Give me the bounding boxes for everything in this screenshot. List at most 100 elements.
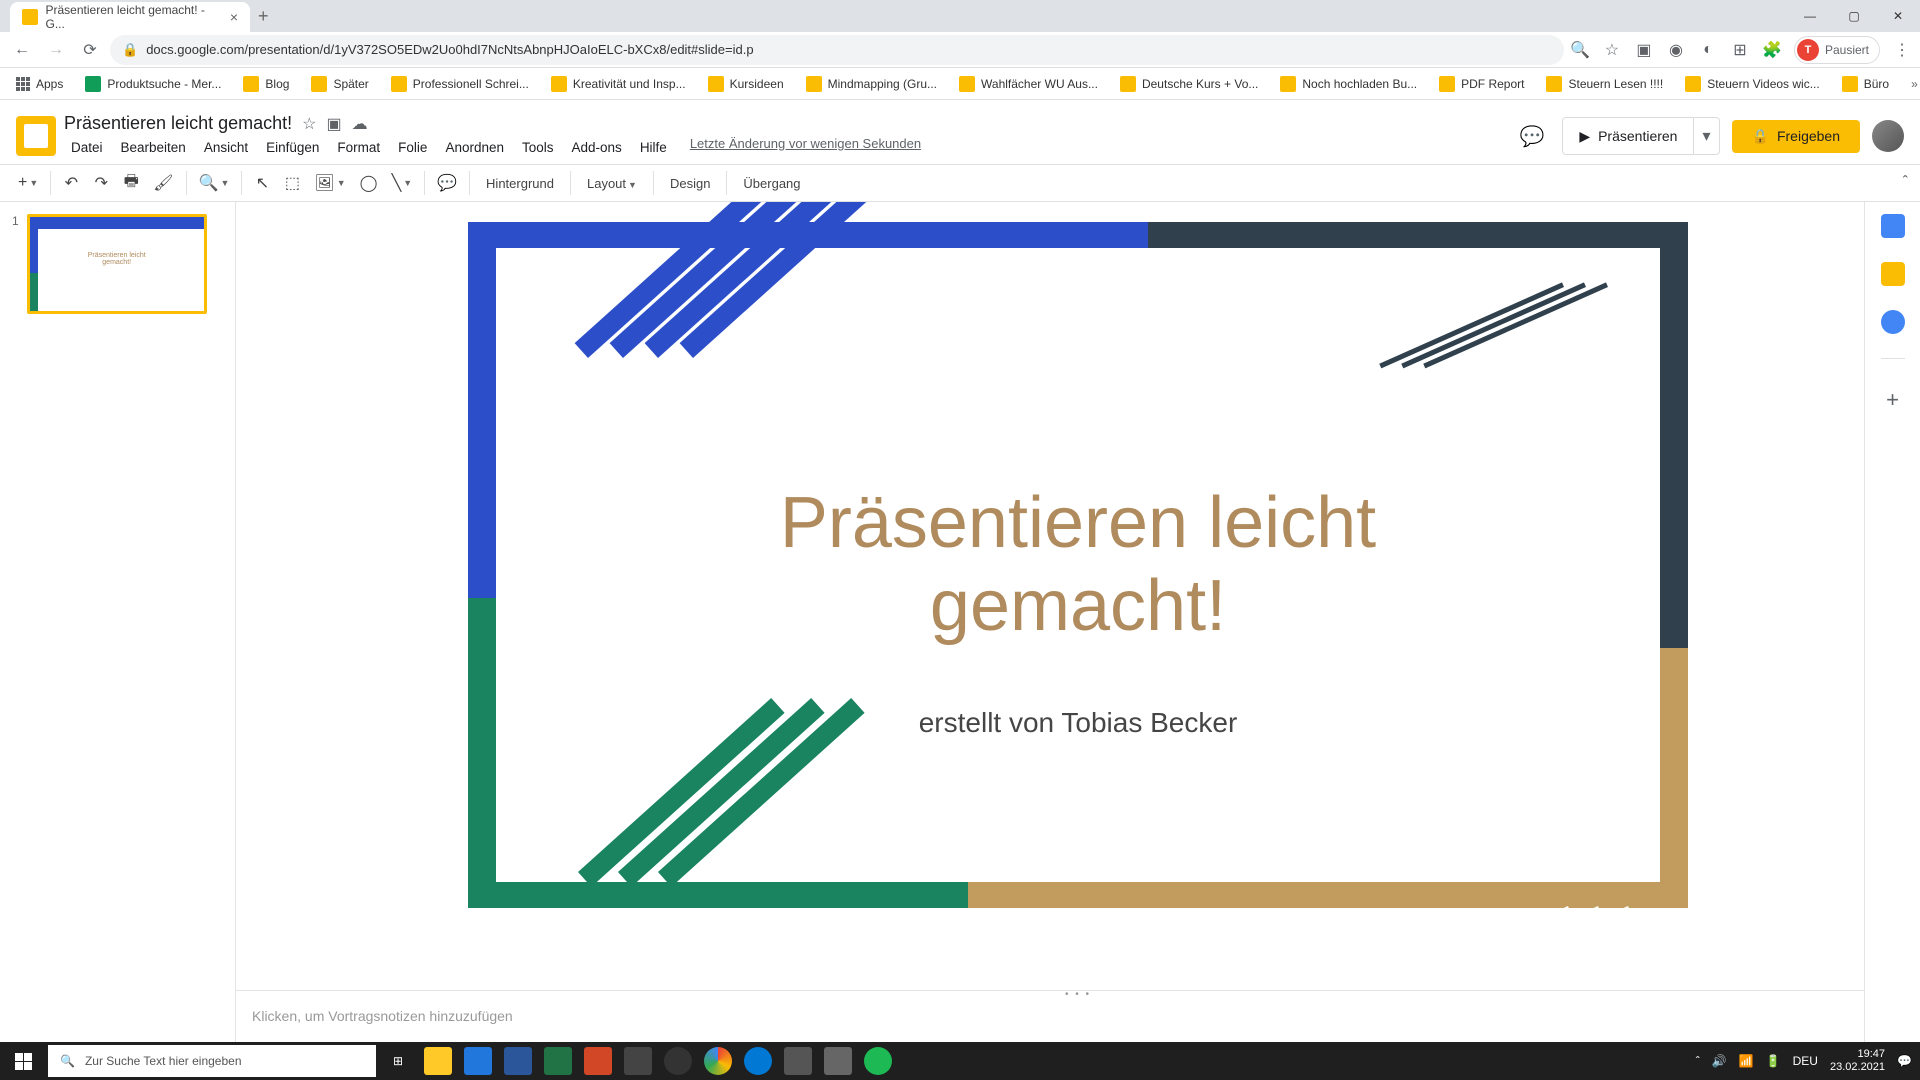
bookmark-item[interactable]: Mindmapping (Gru... xyxy=(798,72,945,96)
menu-format[interactable]: Format xyxy=(330,136,387,159)
start-button[interactable] xyxy=(0,1042,46,1080)
zoom-button[interactable]: 🔍▼ xyxy=(193,169,236,197)
shape-tool[interactable]: ◯ xyxy=(354,169,384,197)
bookmark-item[interactable]: Blog xyxy=(235,72,297,96)
new-slide-button[interactable]: +▼ xyxy=(12,169,44,197)
add-addon-icon[interactable]: + xyxy=(1886,387,1899,413)
notes-resize-handle[interactable]: • • • xyxy=(236,990,1920,998)
transition-button[interactable]: Übergang xyxy=(733,176,810,191)
bookmark-item[interactable]: Büro xyxy=(1834,72,1897,96)
speaker-notes[interactable]: Klicken, um Vortragsnotizen hinzuzufügen xyxy=(236,998,1920,1042)
share-button[interactable]: 🔒 Freigeben xyxy=(1732,120,1860,153)
close-window-button[interactable]: ✕ xyxy=(1876,0,1920,32)
present-dropdown[interactable]: ▾ xyxy=(1694,117,1719,155)
bookmark-item[interactable]: PDF Report xyxy=(1431,72,1532,96)
menu-file[interactable]: Datei xyxy=(64,136,110,159)
minimize-button[interactable]: — xyxy=(1788,0,1832,32)
browser-tab[interactable]: Präsentieren leicht gemacht! - G... × xyxy=(10,2,250,32)
comments-icon[interactable]: 💬 xyxy=(1514,118,1550,154)
line-tool[interactable]: ╲▼ xyxy=(386,169,419,197)
word-icon[interactable] xyxy=(498,1042,538,1080)
reload-button[interactable]: ⟳ xyxy=(76,36,104,64)
keep-icon[interactable] xyxy=(1881,262,1905,286)
menu-tools[interactable]: Tools xyxy=(515,136,561,159)
file-explorer-icon[interactable] xyxy=(418,1042,458,1080)
print-button[interactable]: 🖶 xyxy=(117,169,145,197)
menu-edit[interactable]: Bearbeiten xyxy=(114,136,193,159)
excel-icon[interactable] xyxy=(538,1042,578,1080)
menu-addons[interactable]: Add-ons xyxy=(565,136,629,159)
profile-pause-badge[interactable]: T Pausiert xyxy=(1794,36,1880,64)
bookmark-item[interactable]: Wahlfächer WU Aus... xyxy=(951,72,1106,96)
select-tool[interactable]: ↖ xyxy=(248,169,276,197)
bookmark-item[interactable]: Steuern Videos wic... xyxy=(1677,72,1828,96)
redo-button[interactable]: ↷ xyxy=(87,169,115,197)
menu-arrange[interactable]: Anordnen xyxy=(438,136,511,159)
slide-title-text[interactable]: Präsentieren leichtgemacht! xyxy=(780,482,1376,648)
url-input[interactable]: 🔒 docs.google.com/presentation/d/1yV372S… xyxy=(110,35,1564,65)
slide-canvas[interactable]: Präsentieren leichtgemacht! erstellt von… xyxy=(468,222,1688,908)
menu-slide[interactable]: Folie xyxy=(391,136,434,159)
bookmark-item[interactable]: Kreativität und Insp... xyxy=(543,72,694,96)
tray-chevron-icon[interactable]: ˆ xyxy=(1696,1054,1700,1068)
reader-icon[interactable]: ▣ xyxy=(1634,40,1654,60)
adblock-icon[interactable]: ◉ xyxy=(1666,40,1686,60)
bookmarks-overflow-icon[interactable]: » xyxy=(1903,77,1920,91)
image-tool[interactable]: 🖼▼ xyxy=(308,169,351,197)
edge-icon[interactable] xyxy=(738,1042,778,1080)
apps-bookmark[interactable]: Apps xyxy=(8,73,71,95)
move-folder-icon[interactable]: ▣ xyxy=(326,114,341,134)
taskbar-clock[interactable]: 19:47 23.02.2021 xyxy=(1830,1048,1885,1074)
notifications-icon[interactable]: 💬 xyxy=(1897,1054,1912,1068)
collapse-toolbar-icon[interactable]: ˆ xyxy=(1903,174,1908,192)
tab-close-icon[interactable]: × xyxy=(230,9,238,25)
extensions-puzzle-icon[interactable]: 🧩 xyxy=(1762,40,1782,60)
textbox-tool[interactable]: ⬚ xyxy=(278,169,306,197)
paint-format-button[interactable]: 🖌 xyxy=(147,169,179,197)
favorite-icon[interactable]: ☆ xyxy=(1602,40,1622,60)
menu-view[interactable]: Ansicht xyxy=(197,136,255,159)
slides-logo-icon[interactable] xyxy=(16,116,56,156)
cloud-status-icon[interactable]: ☁ xyxy=(352,114,368,134)
present-button[interactable]: ▶ Präsentieren xyxy=(1562,117,1694,155)
chrome-menu-icon[interactable]: ⋮ xyxy=(1892,40,1912,60)
forward-button[interactable]: → xyxy=(42,36,70,64)
account-avatar[interactable] xyxy=(1872,120,1904,152)
menu-help[interactable]: Hilfe xyxy=(633,136,674,159)
calendar-icon[interactable] xyxy=(1881,214,1905,238)
app-icon[interactable] xyxy=(618,1042,658,1080)
network-icon[interactable]: 📶 xyxy=(1739,1054,1754,1068)
keyboard-lang[interactable]: DEU xyxy=(1793,1054,1818,1068)
document-title[interactable]: Präsentieren leicht gemacht! xyxy=(64,113,292,134)
extension-grid-icon[interactable]: ⊞ xyxy=(1730,40,1750,60)
undo-button[interactable]: ↶ xyxy=(57,169,85,197)
design-button[interactable]: Design xyxy=(660,176,720,191)
back-button[interactable]: ← xyxy=(8,36,36,64)
mail-icon[interactable] xyxy=(458,1042,498,1080)
last-edit-link[interactable]: Letzte Änderung vor wenigen Sekunden xyxy=(690,136,921,159)
obs-icon[interactable] xyxy=(658,1042,698,1080)
new-tab-button[interactable]: + xyxy=(258,6,269,27)
zoom-icon[interactable]: 🔍 xyxy=(1570,40,1590,60)
extension-icon[interactable]: ◐ xyxy=(1698,40,1718,60)
task-view-icon[interactable]: ⊞ xyxy=(378,1042,418,1080)
background-button[interactable]: Hintergrund xyxy=(476,176,564,191)
tasks-icon[interactable] xyxy=(1881,310,1905,334)
battery-icon[interactable]: 🔋 xyxy=(1766,1054,1781,1068)
comment-tool[interactable]: 💬 xyxy=(431,169,463,197)
spotify-icon[interactable] xyxy=(858,1042,898,1080)
maximize-button[interactable]: ▢ xyxy=(1832,0,1876,32)
bookmark-item[interactable]: Produktsuche - Mer... xyxy=(77,72,229,96)
menu-insert[interactable]: Einfügen xyxy=(259,136,326,159)
volume-icon[interactable]: 🔊 xyxy=(1712,1054,1727,1068)
bookmark-item[interactable]: Kursideen xyxy=(700,72,792,96)
layout-button[interactable]: Layout▼ xyxy=(577,176,647,191)
bookmark-item[interactable]: Noch hochladen Bu... xyxy=(1272,72,1425,96)
chrome-icon[interactable] xyxy=(698,1042,738,1080)
app-icon-3[interactable] xyxy=(818,1042,858,1080)
star-icon[interactable]: ☆ xyxy=(302,114,316,134)
bookmark-item[interactable]: Später xyxy=(303,72,376,96)
slide-subtitle-text[interactable]: erstellt von Tobias Becker xyxy=(919,707,1238,739)
taskbar-search[interactable]: 🔍 Zur Suche Text hier eingeben xyxy=(48,1045,376,1077)
slide-thumbnail[interactable]: Präsentieren leichtgemacht! xyxy=(27,214,207,314)
